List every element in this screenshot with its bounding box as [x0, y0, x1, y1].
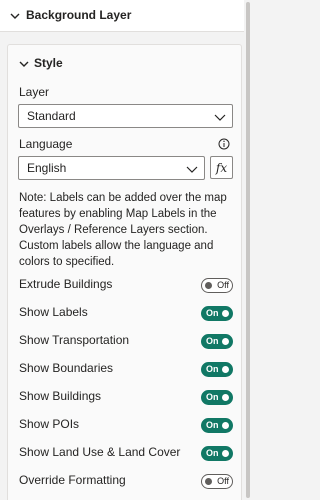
toggle-label: Show Transportation — [19, 333, 130, 347]
style-card: Style Layer Standard Language English fx… — [7, 44, 242, 500]
toggle-row-show-transportation: Show Transportation On — [19, 331, 233, 351]
show-boundaries-toggle[interactable]: On — [201, 362, 233, 377]
toggle-state: On — [206, 364, 219, 374]
fx-label: fx — [215, 160, 228, 175]
toggle-row-show-boundaries: Show Boundaries On — [19, 359, 233, 379]
show-pois-toggle[interactable]: On — [201, 418, 233, 433]
toggle-state: On — [206, 336, 219, 346]
toggle-state: On — [206, 308, 219, 318]
toggle-row-show-land-use: Show Land Use & Land Cover On — [19, 443, 233, 463]
chevron-down-icon — [186, 166, 198, 173]
extrude-buildings-toggle[interactable]: Off — [201, 278, 233, 293]
toggle-label: Show Land Use & Land Cover — [19, 445, 181, 459]
toggle-label: Show Labels — [19, 305, 88, 319]
toggle-knob — [222, 310, 229, 317]
toggle-state: On — [206, 448, 219, 458]
style-group-header[interactable]: Style — [8, 45, 241, 81]
toggle-row-show-labels: Show Labels On — [19, 303, 233, 323]
scrollbar-thumb[interactable] — [246, 2, 250, 498]
toggle-row-override-formatting: Override Formatting Off — [19, 471, 233, 491]
toggle-knob — [205, 478, 212, 485]
toggle-knob — [222, 394, 229, 401]
toggle-label: Override Formatting — [19, 473, 126, 487]
layer-label: Layer — [19, 85, 50, 99]
language-value: English — [27, 161, 67, 175]
fx-button[interactable]: fx — [210, 156, 233, 179]
toggle-state: Off — [217, 476, 229, 486]
toggle-label: Show Buildings — [19, 389, 102, 403]
chevron-down-icon — [214, 114, 226, 121]
toggle-knob — [222, 338, 229, 345]
language-dropdown[interactable]: English — [18, 156, 205, 180]
layer-value: Standard — [27, 109, 76, 123]
toggle-knob — [205, 282, 212, 289]
toggle-row-show-buildings: Show Buildings On — [19, 387, 233, 407]
toggle-label: Show POIs — [19, 417, 80, 431]
toggle-row-extrude-buildings: Extrude Buildings Off — [19, 275, 233, 295]
chevron-down-icon — [10, 13, 20, 19]
override-formatting-toggle[interactable]: Off — [201, 474, 233, 489]
toggle-state: On — [206, 420, 219, 430]
toggle-row-show-pois: Show POIs On — [19, 415, 233, 435]
layer-dropdown[interactable]: Standard — [18, 104, 233, 128]
chevron-down-icon — [19, 61, 29, 67]
scrollbar[interactable] — [244, 0, 252, 500]
info-icon[interactable] — [218, 138, 230, 150]
toggle-knob — [222, 366, 229, 373]
toggle-knob — [222, 422, 229, 429]
show-land-use-toggle[interactable]: On — [201, 446, 233, 461]
style-group-title: Style — [34, 56, 63, 70]
toggle-state: On — [206, 392, 219, 402]
background-layer-header[interactable]: Background Layer — [0, 0, 244, 32]
show-transportation-toggle[interactable]: On — [201, 334, 233, 349]
language-label: Language — [19, 137, 73, 151]
toggle-label: Extrude Buildings — [19, 277, 113, 291]
show-labels-toggle[interactable]: On — [201, 306, 233, 321]
show-buildings-toggle[interactable]: On — [201, 390, 233, 405]
toggle-state: Off — [217, 280, 229, 290]
section-title: Background Layer — [26, 8, 132, 22]
toggle-knob — [222, 450, 229, 457]
toggle-label: Show Boundaries — [19, 361, 114, 375]
labels-note: Note: Labels can be added over the map f… — [19, 192, 227, 268]
